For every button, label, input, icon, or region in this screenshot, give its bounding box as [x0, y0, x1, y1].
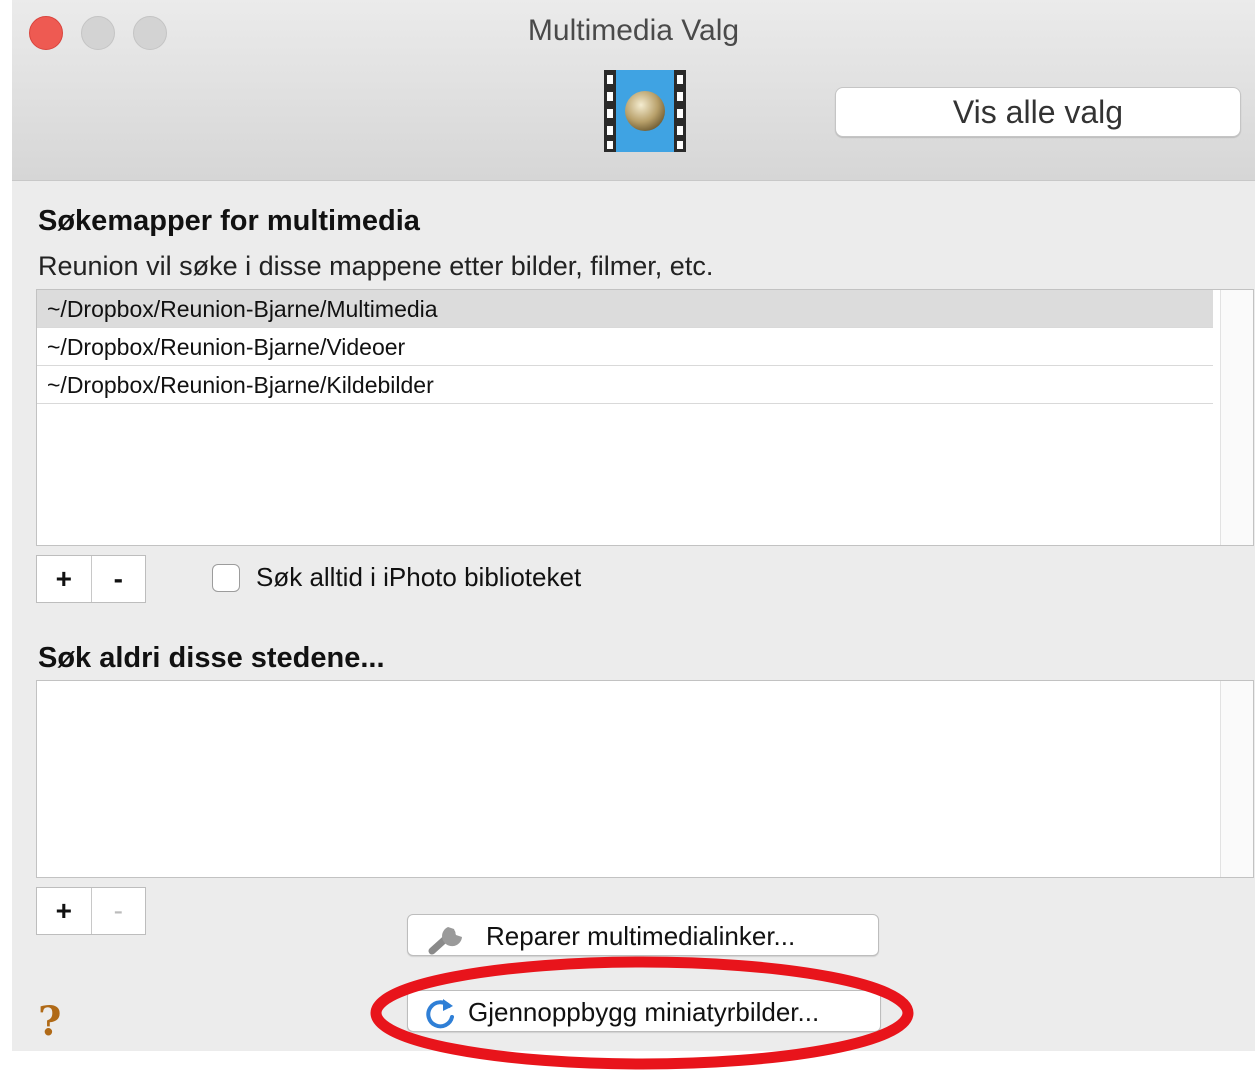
repair-links-button[interactable]: Reparer multimedialinker...	[407, 914, 879, 956]
search-folders-description: Reunion vil søke i disse mappene etter b…	[38, 251, 714, 281]
add-folder-button[interactable]: +	[37, 556, 92, 602]
rebuild-thumbnails-label: Gjennoppbygg miniatyrbilder...	[468, 997, 820, 1027]
film-strip-icon[interactable]	[602, 70, 688, 152]
iphoto-checkbox[interactable]	[212, 564, 240, 592]
titlebar: Multimedia Valg Vis alle valg	[12, 0, 1255, 181]
remove-folder-button[interactable]: -	[92, 556, 146, 602]
add-location-button[interactable]: +	[37, 888, 92, 934]
help-button[interactable]: ?	[38, 998, 61, 1045]
search-folders-heading: Søkemapper for multimedia	[38, 205, 420, 237]
rebuild-thumbnails-button[interactable]: Gjennoppbygg miniatyrbilder...	[407, 990, 881, 1032]
never-search-add-remove: + -	[36, 887, 146, 935]
preferences-window: Multimedia Valg Vis alle valg Søkemapper…	[12, 0, 1255, 1051]
never-search-list[interactable]	[36, 680, 1254, 878]
remove-location-button[interactable]: -	[92, 888, 146, 934]
window-title: Multimedia Valg	[527, 14, 740, 47]
search-folders-list[interactable]: ~/Dropbox/Reunion-Bjarne/Multimedia ~/Dr…	[36, 289, 1254, 546]
search-folders-add-remove: + -	[36, 555, 146, 603]
wrench-icon	[428, 927, 462, 955]
refresh-icon	[426, 999, 454, 1029]
list-scrollbar[interactable]	[1220, 290, 1253, 545]
repair-links-label: Reparer multimedialinker...	[486, 921, 796, 951]
show-all-button[interactable]: Vis alle valg	[835, 87, 1241, 137]
list-item[interactable]: ~/Dropbox/Reunion-Bjarne/Videoer	[37, 328, 1213, 366]
list-item[interactable]: ~/Dropbox/Reunion-Bjarne/Multimedia	[37, 290, 1213, 328]
never-search-heading: Søk aldri disse stedene...	[38, 642, 385, 674]
list-item[interactable]: ~/Dropbox/Reunion-Bjarne/Kildebilder	[37, 366, 1213, 404]
list-scrollbar[interactable]	[1220, 681, 1253, 877]
iphoto-checkbox-label[interactable]: Søk alltid i iPhoto biblioteket	[256, 562, 581, 593]
